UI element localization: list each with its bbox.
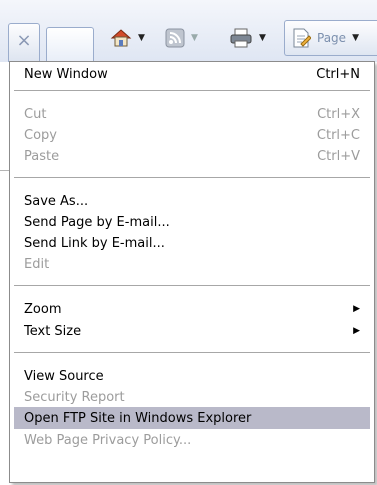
command-bar: × ▼ ▼ ▼ Page ▼ [0,0,377,62]
print-dropdown-icon[interactable]: ▼ [259,33,266,43]
menu-item-text-size[interactable]: Text Size ▶ [14,320,370,342]
menu-item-zoom[interactable]: Zoom ▶ [14,298,370,320]
menu-item-shortcut: Ctrl+X [317,106,360,122]
submenu-arrow-icon: ▶ [353,304,360,314]
menu-item-shortcut: Ctrl+V [317,148,360,164]
menu-item-open-ftp[interactable]: Open FTP Site in Windows Explorer [14,407,370,429]
menu-item-label: Cut [24,106,47,122]
menu-item-shortcut: Ctrl+N [316,66,360,82]
menu-item-label: New Window [24,66,108,82]
menu-item-label: Text Size [24,323,82,339]
menu-item-label: Web Page Privacy Policy... [24,432,192,448]
menu-separator [14,285,370,286]
menu-item-label: Open FTP Site in Windows Explorer [24,410,252,426]
feeds-dropdown-icon[interactable]: ▼ [191,33,198,43]
menu-item-send-link[interactable]: Send Link by E-mail... [14,232,370,254]
menu-item-label: Send Link by E-mail... [24,235,165,251]
menu-item-label: Copy [24,127,57,143]
menu-item-label: Save As... [24,193,89,209]
menu-item-label: Zoom [24,301,62,317]
menu-item-privacy-policy: Web Page Privacy Policy... [14,429,370,451]
menu-item-cut: Cut Ctrl+X [14,103,370,125]
feeds-button[interactable]: ▼ [165,24,198,52]
menu-separator [14,352,370,353]
menu-item-shortcut: Ctrl+C [316,127,360,143]
home-button[interactable]: ▼ [110,24,145,52]
menu-item-view-source[interactable]: View Source [14,365,370,387]
print-button[interactable]: ▼ [229,24,266,52]
menu-item-label: Paste [24,148,60,164]
home-icon [110,28,132,48]
menu-item-save-as[interactable]: Save As... [14,190,370,212]
print-icon [229,28,253,48]
page-dropdown-menu: New Window Ctrl+N Cut Ctrl+X Copy Ctrl+C… [9,61,375,483]
menu-item-new-window[interactable]: New Window Ctrl+N [14,63,370,85]
close-tab-button[interactable]: × [8,23,40,62]
new-tab-button[interactable] [46,27,94,62]
menu-item-label: View Source [24,368,104,384]
page-menu-button[interactable]: Page ▼ [284,20,377,56]
close-icon: × [16,30,32,51]
menu-item-label: Edit [24,256,50,272]
menu-item-edit: Edit [14,253,370,275]
page-dropdown-icon: ▼ [352,33,359,43]
page-menu-label: Page [317,31,347,45]
menu-item-copy: Copy Ctrl+C [14,124,370,146]
page-icon [291,28,311,48]
menu-item-send-page[interactable]: Send Page by E-mail... [14,211,370,233]
submenu-arrow-icon: ▶ [353,326,360,336]
home-dropdown-icon[interactable]: ▼ [138,33,145,43]
menu-item-security-report: Security Report [14,386,370,408]
menu-separator [14,90,370,91]
menu-item-label: Security Report [24,389,125,405]
menu-item-label: Send Page by E-mail... [24,214,170,230]
feeds-icon [165,28,185,48]
menu-separator [14,177,370,178]
menu-item-paste: Paste Ctrl+V [14,145,370,167]
